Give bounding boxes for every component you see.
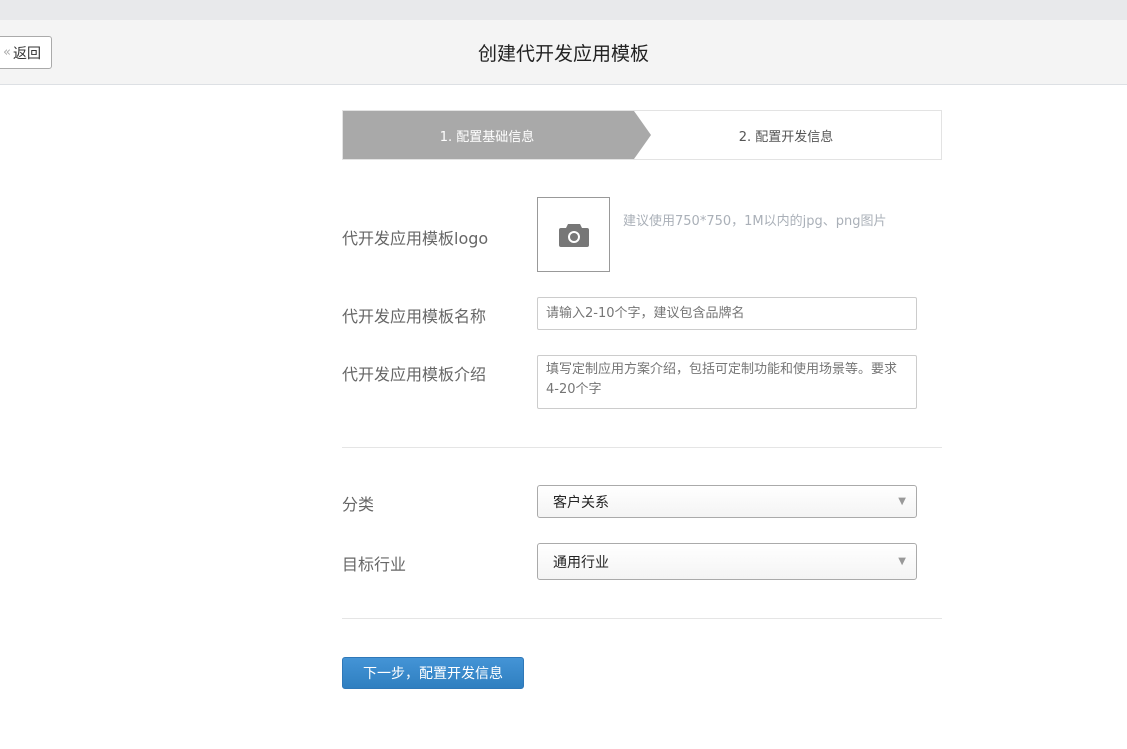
intro-textarea[interactable]: [537, 355, 917, 409]
category-value: 客户关系: [553, 494, 609, 511]
page-header: « 返回 创建代开发应用模板: [0, 20, 1127, 85]
next-step-button[interactable]: 下一步，配置开发信息: [342, 657, 524, 689]
logo-hint: 建议使用750*750，1M以内的jpg、png图片: [623, 214, 887, 229]
dropdown-arrow-icon: ▼: [898, 496, 906, 507]
industry-label: 目标行业: [342, 555, 407, 574]
category-label: 分类: [342, 495, 375, 514]
industry-select[interactable]: 通用行业 ▼: [537, 543, 917, 580]
category-select[interactable]: 客户关系 ▼: [537, 485, 917, 518]
camera-icon: [558, 223, 589, 247]
intro-label: 代开发应用模板介绍: [342, 365, 487, 384]
divider: [342, 618, 942, 619]
name-label: 代开发应用模板名称: [342, 307, 487, 326]
step-basic-info: 1. 配置基础信息: [343, 111, 651, 159]
step-dev-info: 2. 配置开发信息: [738, 129, 834, 145]
industry-value: 通用行业: [553, 554, 609, 571]
name-input[interactable]: [537, 297, 917, 330]
divider: [342, 447, 942, 448]
logo-upload-button[interactable]: [537, 197, 610, 272]
page-title: 创建代开发应用模板: [477, 43, 649, 65]
dropdown-arrow-icon: ▼: [898, 556, 906, 567]
window-top-strip: [0, 0, 1127, 20]
logo-label: 代开发应用模板logo: [342, 229, 489, 248]
step-indicator: 1. 配置基础信息 2. 配置开发信息: [342, 110, 942, 160]
